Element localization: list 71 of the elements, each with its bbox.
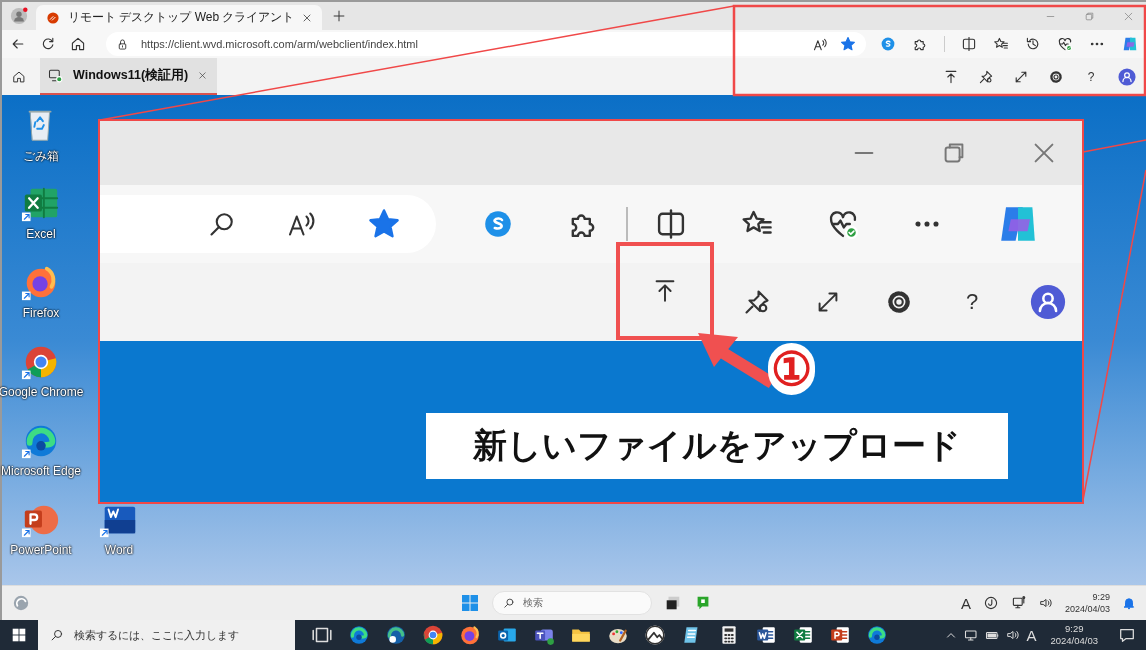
windows-logo-icon: [10, 626, 28, 644]
photos-icon[interactable]: [644, 624, 666, 646]
ime-indicator[interactable]: A: [960, 594, 971, 612]
split-screen-icon[interactable]: [961, 36, 977, 52]
read-aloud-icon[interactable]: [287, 209, 317, 239]
clock-time: 9:29: [1064, 623, 1084, 635]
desktop-icon-label: PowerPoint: [10, 543, 72, 557]
network-icon[interactable]: [1010, 595, 1027, 611]
computer-icon[interactable]: [964, 627, 980, 643]
desktop-icon-label: Google Chrome: [0, 385, 84, 399]
address-bar[interactable]: https://client.wvd.microsoft.com/arm/webclient/index.html: [106, 32, 866, 56]
lock-icon: [116, 37, 129, 51]
heart-check-icon[interactable]: [1057, 36, 1073, 52]
notification-bell-icon[interactable]: [1122, 596, 1136, 610]
search-icon: [503, 597, 515, 609]
app-favicon: [46, 10, 60, 25]
profile-avatar[interactable]: [10, 7, 28, 25]
desktop-icon-label: Firefox: [22, 306, 60, 320]
desktop-icon-label: Word: [104, 543, 134, 557]
pin-icon[interactable]: [978, 68, 994, 85]
notification-icon[interactable]: [1118, 626, 1136, 644]
volume-icon[interactable]: [1006, 628, 1021, 642]
close-icon[interactable]: [198, 71, 208, 80]
home-icon[interactable]: [70, 36, 86, 52]
edge-icon[interactable]: [348, 624, 370, 646]
help-button[interactable]: ?: [1083, 69, 1099, 84]
chrome-icon[interactable]: [422, 624, 444, 646]
puzzle-icon[interactable]: [912, 36, 928, 52]
excel-icon[interactable]: [792, 624, 814, 646]
home-icon[interactable]: [12, 69, 26, 84]
monitor-check-icon: [48, 68, 63, 83]
stacked-windows-icon[interactable]: [664, 594, 682, 612]
edge-beta-icon[interactable]: [385, 624, 407, 646]
start-icon[interactable]: [460, 593, 480, 613]
close-icon[interactable]: [302, 12, 313, 23]
help-button[interactable]: ?: [956, 289, 988, 315]
desktop-icon-label: Excel: [26, 227, 56, 241]
history-icon[interactable]: [1025, 36, 1041, 52]
firefox-icon[interactable]: [459, 624, 481, 646]
url-text: https://client.wvd.microsoft.com/arm/webclient/index.html: [141, 38, 418, 50]
taskbar-search-field[interactable]: 検索するには、ここに入力します: [38, 620, 295, 650]
session-tab[interactable]: Windows11(検証用): [40, 58, 218, 95]
search-icon: [50, 628, 64, 642]
step-number: ①: [768, 343, 815, 395]
refresh-icon[interactable]: [40, 36, 56, 52]
back-icon[interactable]: [10, 36, 26, 52]
clock-time: 9:29: [1092, 591, 1110, 603]
address-bar[interactable]: [100, 195, 436, 253]
clock-date: 2024/04/03: [1050, 635, 1098, 647]
desktop-icon-label: Microsoft Edge: [1, 464, 82, 478]
user-avatar[interactable]: [1030, 284, 1066, 320]
round-s-icon[interactable]: [482, 208, 514, 240]
powerpoint-icon[interactable]: [829, 624, 851, 646]
taskbar-search-field[interactable]: 検索: [492, 591, 652, 615]
word-icon[interactable]: [755, 624, 777, 646]
edge-icon[interactable]: [866, 624, 888, 646]
settings-icon[interactable]: [1048, 68, 1064, 85]
user-avatar[interactable]: [1118, 67, 1136, 86]
browser-tab[interactable]: リモート デスクトップ Web クライアント: [36, 5, 323, 30]
ime-indicator[interactable]: A: [1026, 626, 1037, 644]
favorite-star-icon[interactable]: [840, 36, 856, 52]
desktop-icon-label: ごみ箱: [23, 148, 59, 165]
pin-icon[interactable]: [742, 287, 772, 317]
caption-label: 新しいファイルをアップロード: [426, 413, 1008, 479]
volume-icon[interactable]: [1038, 596, 1053, 610]
read-aloud-icon[interactable]: [813, 36, 828, 52]
favorites-icon[interactable]: [993, 36, 1009, 52]
new-tab-icon[interactable]: [332, 9, 347, 23]
round-s-icon[interactable]: [880, 36, 896, 52]
upload-icon[interactable]: [943, 68, 959, 85]
clock-date: 2024/04/03: [1064, 603, 1110, 615]
